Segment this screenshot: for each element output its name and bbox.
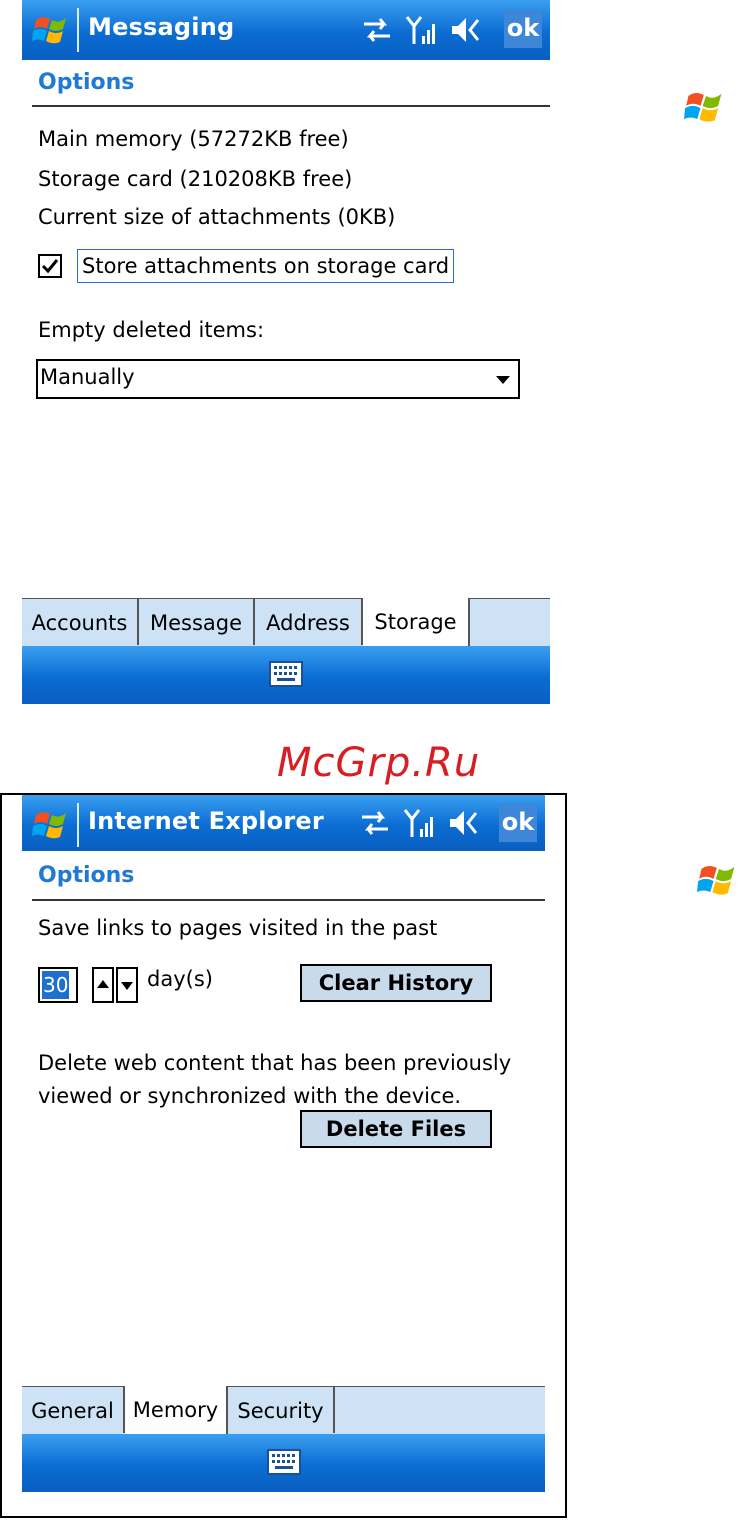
tab-security[interactable]: Security bbox=[228, 1387, 335, 1433]
menu-bar bbox=[22, 646, 550, 704]
delete-content-text-line2: viewed or synchronized with the device. bbox=[38, 1084, 462, 1108]
days-down-button[interactable] bbox=[116, 967, 138, 1003]
tab-general[interactable]: General bbox=[22, 1387, 125, 1433]
app-title: Internet Explorer bbox=[88, 807, 324, 835]
tab-accounts[interactable]: Accounts bbox=[22, 599, 139, 645]
messaging-options-screen: Messaging ok Options Main memory (57272K… bbox=[22, 0, 550, 704]
ok-button[interactable]: ok bbox=[499, 804, 537, 842]
save-links-text: Save links to pages visited in the past bbox=[38, 916, 438, 940]
empty-deleted-label: Empty deleted items: bbox=[38, 318, 265, 342]
tab-memory[interactable]: Memory bbox=[125, 1386, 228, 1435]
windows-flag-icon[interactable] bbox=[32, 805, 72, 845]
storage-card-text: Storage card (210208KB free) bbox=[38, 167, 353, 191]
days-up-button[interactable] bbox=[92, 967, 114, 1003]
windows-flag-icon[interactable] bbox=[32, 10, 72, 50]
keyboard-icon[interactable] bbox=[266, 1449, 301, 1475]
windows-flag-icon bbox=[684, 92, 722, 122]
days-unit-label: day(s) bbox=[147, 967, 213, 991]
tab-strip: Accounts Message Address Storage bbox=[22, 598, 550, 647]
speaker-icon[interactable] bbox=[446, 805, 480, 841]
main-memory-text: Main memory (57272KB free) bbox=[38, 127, 349, 151]
clear-history-button[interactable]: Clear History bbox=[300, 964, 492, 1002]
empty-deleted-dropdown[interactable]: Manually bbox=[36, 359, 520, 399]
attachments-size-text: Current size of attachments (0KB) bbox=[38, 205, 396, 229]
arrow-up-icon bbox=[97, 980, 109, 988]
title-separator bbox=[77, 803, 79, 847]
title-separator bbox=[77, 8, 79, 52]
ok-button[interactable]: ok bbox=[504, 10, 542, 48]
sync-arrows-icon[interactable] bbox=[360, 12, 394, 48]
delete-content-text-line1: Delete web content that has been previou… bbox=[38, 1051, 512, 1075]
arrow-down-icon bbox=[121, 982, 133, 990]
tab-strip: General Memory Security bbox=[22, 1386, 545, 1435]
page-heading: Options bbox=[38, 863, 135, 888]
tab-message[interactable]: Message bbox=[139, 599, 255, 645]
title-bar: Internet Explorer ok bbox=[22, 795, 545, 851]
signal-icon[interactable] bbox=[404, 12, 438, 48]
speaker-icon[interactable] bbox=[448, 12, 482, 48]
tab-address[interactable]: Address bbox=[255, 599, 363, 645]
history-days-input[interactable]: 30 bbox=[38, 967, 78, 1003]
keyboard-icon[interactable] bbox=[269, 661, 303, 687]
tab-storage[interactable]: Storage bbox=[363, 598, 470, 647]
checkmark-icon bbox=[41, 259, 59, 274]
menu-bar bbox=[22, 1434, 545, 1492]
windows-flag-icon bbox=[697, 865, 735, 895]
heading-divider bbox=[32, 105, 550, 107]
delete-files-button[interactable]: Delete Files bbox=[300, 1110, 492, 1148]
page-heading: Options bbox=[38, 70, 135, 95]
empty-deleted-value: Manually bbox=[40, 365, 135, 389]
heading-divider bbox=[32, 899, 545, 901]
brand-watermark: McGrp.Ru bbox=[277, 740, 481, 786]
title-bar: Messaging ok bbox=[22, 0, 550, 60]
store-attachments-checkbox[interactable] bbox=[38, 254, 62, 278]
history-days-value: 30 bbox=[42, 971, 70, 999]
signal-icon[interactable] bbox=[402, 805, 436, 841]
sync-arrows-icon[interactable] bbox=[358, 805, 392, 841]
store-attachments-label[interactable]: Store attachments on storage card bbox=[77, 249, 455, 283]
app-title: Messaging bbox=[88, 13, 235, 41]
chevron-down-icon bbox=[496, 376, 510, 384]
internet-explorer-options-screen: Internet Explorer ok Options Save links … bbox=[22, 795, 545, 1492]
